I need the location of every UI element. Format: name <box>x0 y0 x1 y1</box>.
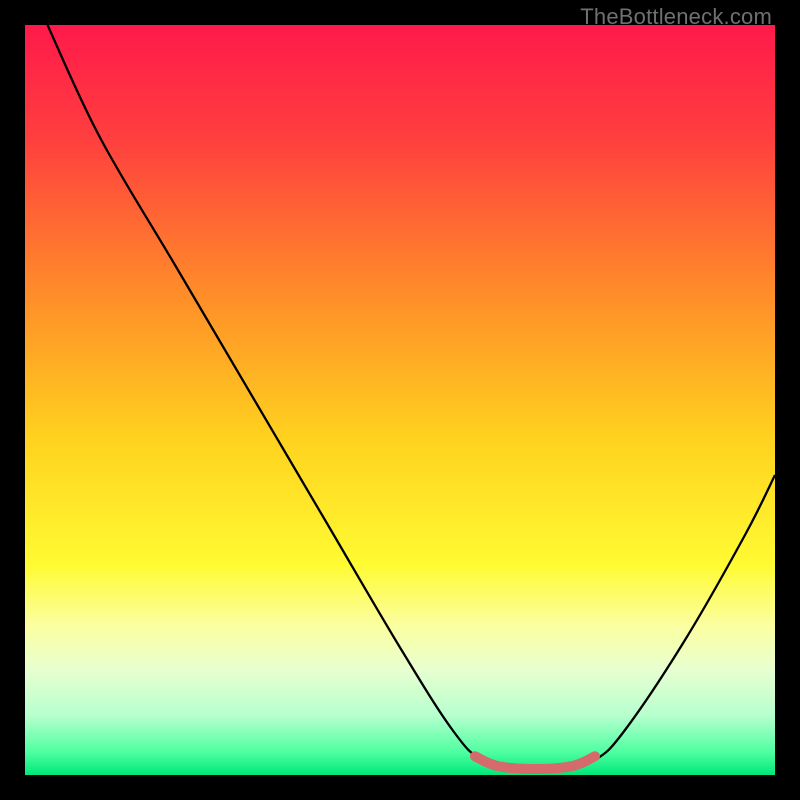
curve-layer <box>25 25 775 775</box>
optimal-segment <box>475 756 595 769</box>
watermark-text: TheBottleneck.com <box>580 4 772 30</box>
bottleneck-curve <box>48 25 776 769</box>
